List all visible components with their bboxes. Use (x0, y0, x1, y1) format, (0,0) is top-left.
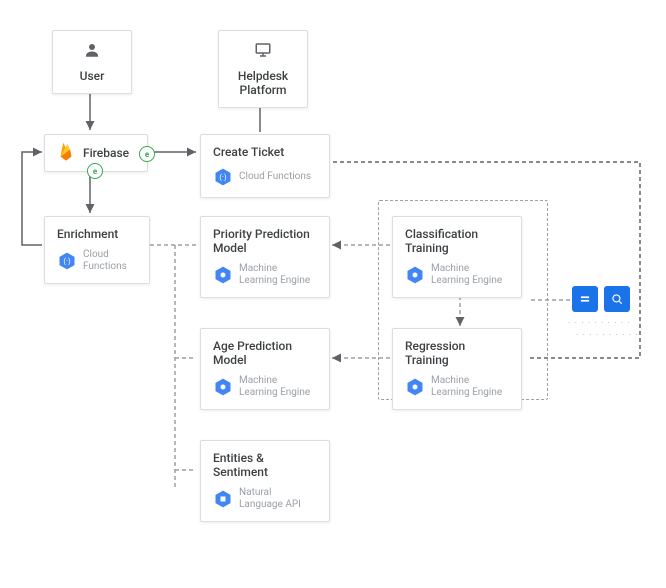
ml-engine-icon (213, 265, 233, 285)
ml-engine-icon (405, 265, 425, 285)
node-classification-training: Classification Training Machine Learning… (392, 216, 522, 298)
node-helpdesk: Helpdesk Platform (218, 30, 308, 108)
monitor-icon (231, 41, 295, 63)
hint-dots: . . . . . . . . . . (568, 316, 631, 326)
node-title: Priority Prediction Model (213, 227, 317, 255)
node-title: Age Prediction Model (213, 339, 317, 367)
service-label: Natural Language API (239, 487, 301, 511)
equals-icon (572, 286, 598, 312)
node-regression-training: Regression Training Machine Learning Eng… (392, 328, 522, 410)
ml-engine-icon (405, 377, 425, 397)
node-title: Entities & Sentiment (213, 451, 317, 479)
search-circle-icon (604, 286, 630, 312)
node-user-label: User (65, 69, 119, 83)
service-label: Machine Learning Engine (239, 375, 310, 399)
node-helpdesk-label: Helpdesk Platform (231, 69, 295, 97)
node-age-model: Age Prediction Model Machine Learning En… (200, 328, 330, 410)
service-label: Machine Learning Engine (239, 263, 310, 287)
node-title: Classification Training (405, 227, 509, 255)
event-badge-icon: e (87, 163, 103, 179)
service-label: Cloud Functions (83, 249, 137, 273)
node-entities-sentiment: Entities & Sentiment Natural Language AP… (200, 440, 330, 522)
user-icon (65, 41, 119, 63)
nl-api-icon (213, 489, 233, 509)
node-firebase-label: Firebase (83, 146, 129, 160)
svg-text:(·): (·) (63, 257, 71, 266)
node-title: Regression Training (405, 339, 509, 367)
node-create-ticket: Create Ticket (·) Cloud Functions (200, 134, 330, 198)
service-label: Machine Learning Engine (431, 263, 502, 287)
service-label: Machine Learning Engine (431, 375, 502, 399)
node-title: Enrichment (57, 227, 137, 241)
node-priority-model: Priority Prediction Model Machine Learni… (200, 216, 330, 298)
service-label: Cloud Functions (239, 171, 311, 183)
node-firebase: Firebase e e (44, 134, 148, 172)
node-user: User (52, 30, 132, 94)
firebase-icon (57, 140, 75, 166)
svg-text:(·): (·) (219, 173, 227, 182)
node-title: Create Ticket (213, 145, 317, 159)
ml-engine-icon (213, 377, 233, 397)
cloud-functions-icon: (·) (213, 167, 233, 187)
node-enrichment: Enrichment (·) Cloud Functions (44, 216, 150, 284)
hint-dots: . . . . . . . . . . (576, 328, 639, 338)
cloud-functions-icon: (·) (57, 251, 77, 271)
event-badge-icon: e (139, 146, 155, 162)
cloud-service-icons (572, 286, 630, 312)
